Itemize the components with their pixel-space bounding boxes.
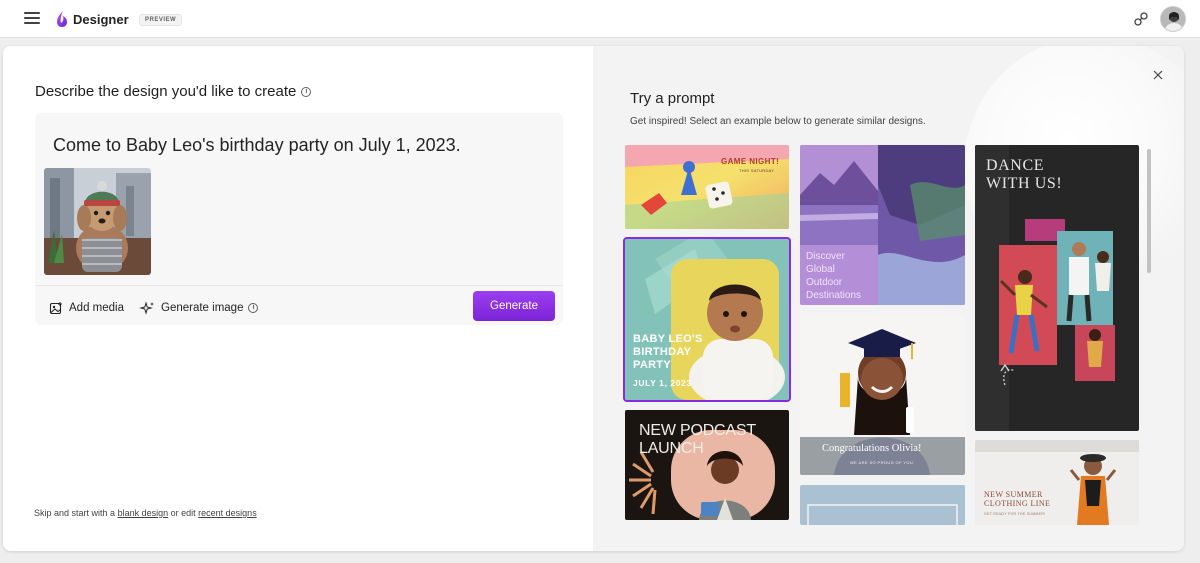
info-icon[interactable]: i: [301, 86, 312, 97]
clothing-line1: NEW SUMMER: [984, 490, 1043, 499]
preview-badge: PREVIEW: [139, 14, 183, 26]
outdoor-line4: Destinations: [806, 290, 862, 301]
footer-middle: or edit: [170, 508, 196, 518]
generate-button[interactable]: Generate: [473, 291, 555, 321]
game-night-subtitle: THIS SATURDAY: [739, 168, 775, 173]
recent-designs-link[interactable]: recent designs: [198, 508, 257, 518]
prompt-tile-baby-party[interactable]: BABY LEO'S BIRTHDAY PARTY JULY 1, 2023: [623, 237, 791, 402]
outdoor-line2: Global: [806, 264, 835, 275]
generate-image-info-icon[interactable]: i: [248, 303, 259, 313]
try-prompt-title: Try a prompt: [630, 90, 715, 107]
add-media-button[interactable]: Add media: [49, 295, 124, 321]
baby-party-line1: BABY LEO'S: [633, 333, 703, 345]
footer-text: Skip and start with a blank design or ed…: [34, 508, 257, 518]
outdoor-line1: Discover: [806, 251, 845, 262]
baby-party-line3: PARTY: [633, 359, 671, 371]
game-night-title: GAME NIGHT!: [721, 157, 780, 166]
hamburger-icon[interactable]: [24, 12, 40, 26]
prompt-tile-podcast[interactable]: NEW PODCAST LAUNCH: [625, 410, 789, 520]
sparkle-icon: [139, 301, 154, 315]
prompt-tile-outdoor[interactable]: Discover Global Outdoor Destinations: [800, 145, 965, 305]
close-icon[interactable]: [1151, 68, 1165, 82]
share-link-icon[interactable]: [1133, 11, 1149, 27]
graduation-subtitle: WE ARE SO PROUD OF YOU.: [850, 460, 915, 465]
clothing-line3: GET READY FOR THE SUMMER!: [984, 512, 1046, 516]
add-media-label: Add media: [69, 302, 124, 314]
app-title: Designer: [73, 12, 129, 27]
designer-logo-icon: [57, 11, 67, 27]
add-media-icon: [49, 302, 62, 315]
generate-image-button[interactable]: Generate image i: [139, 295, 259, 321]
prompt-gallery-scrollbar[interactable]: [1147, 149, 1151, 273]
prompt-tile-clothing[interactable]: NEW SUMMER CLOTHING LINE GET READY FOR T…: [975, 440, 1139, 525]
prompt-tile-game-night[interactable]: GAME NIGHT! THIS SATURDAY: [625, 145, 789, 229]
blank-design-link[interactable]: blank design: [118, 508, 169, 518]
top-bar: Designer PREVIEW: [0, 0, 1200, 38]
prompt-divider: [35, 285, 563, 286]
footer-prefix: Skip and start with a: [34, 508, 116, 518]
baby-party-date: JULY 1, 2023: [633, 378, 692, 388]
generate-image-label: Generate image: [161, 302, 244, 314]
composer-heading: Describe the design you'd like to create: [35, 83, 297, 100]
dance-line2: WITH US!: [986, 175, 1063, 192]
outdoor-line3: Outdoor: [806, 277, 843, 288]
prompt-tile-dance[interactable]: DANCE WITH US!: [975, 145, 1139, 431]
main-card: Describe the design you'd like to create…: [3, 46, 1184, 551]
composer-pane: Describe the design you'd like to create…: [3, 46, 593, 551]
try-prompt-subtitle: Get inspired! Select an example below to…: [630, 116, 926, 127]
try-prompt-pane: Try a prompt Get inspired! Select an exa…: [593, 46, 1184, 551]
podcast-line1: NEW PODCAST: [639, 422, 756, 439]
attached-media-thumbnail[interactable]: [44, 168, 151, 275]
prompt-tile-blank-blue[interactable]: [800, 485, 965, 525]
prompt-tile-graduation[interactable]: Congratulations Olivia! WE ARE SO PROUD …: [800, 315, 965, 475]
composer-heading-row: Describe the design you'd like to create…: [35, 83, 312, 100]
user-avatar[interactable]: [1160, 6, 1186, 32]
prompt-input[interactable]: Come to Baby Leo's birthday party on Jul…: [53, 135, 461, 156]
clothing-line2: CLOTHING LINE: [984, 499, 1051, 508]
podcast-line2: LAUNCH: [639, 440, 704, 457]
graduation-title: Congratulations Olivia!: [822, 443, 922, 454]
prompt-box[interactable]: Come to Baby Leo's birthday party on Jul…: [35, 113, 563, 325]
baby-party-line2: BIRTHDAY: [633, 346, 692, 358]
dance-line1: DANCE: [986, 157, 1045, 174]
